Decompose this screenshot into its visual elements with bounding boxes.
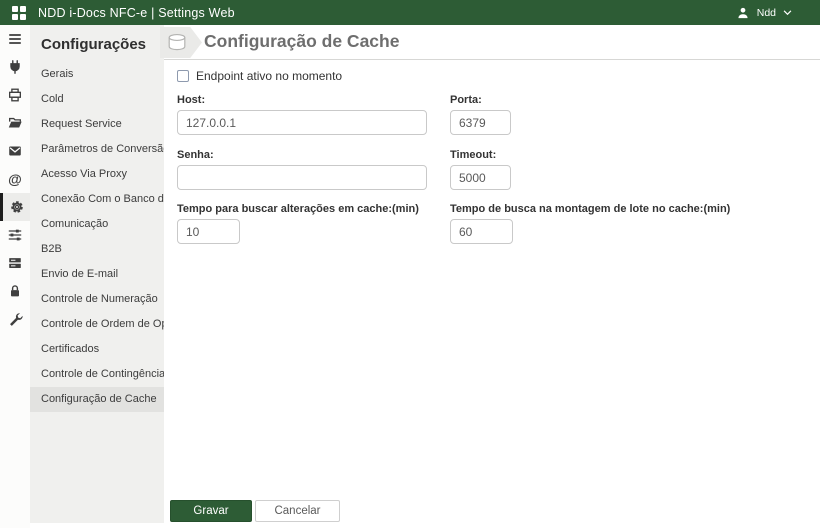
save-button[interactable]: Gravar (170, 500, 252, 522)
sidebar-item-controle-ordem-operacao[interactable]: Controle de Ordem de Operação (30, 312, 164, 337)
senha-input[interactable] (177, 165, 427, 190)
sidebar-item-configuracao-cache[interactable]: Configuração de Cache (30, 387, 164, 412)
rail-item-lock[interactable] (0, 277, 30, 305)
page-header: Configuração de Cache (160, 25, 820, 60)
topbar: NDD i-Docs NFC-e | Settings Web Ndd (0, 0, 820, 25)
host-input[interactable] (177, 110, 427, 135)
tempo-buscar-label: Tempo para buscar alterações em cache:(m… (177, 203, 419, 215)
rail-item-menu[interactable] (0, 25, 30, 53)
sidebar-item-gerais[interactable]: Gerais (30, 62, 164, 87)
mail-icon (9, 146, 21, 156)
host-label: Host: (177, 94, 206, 106)
sidebar-item-certificados[interactable]: Certificados (30, 337, 164, 362)
sidebar-item-request-service[interactable]: Request Service (30, 112, 164, 137)
tempo-buscar-input[interactable] (177, 219, 240, 244)
app-title: NDD i-Docs NFC-e | Settings Web (38, 5, 235, 20)
tempo-montagem-label: Tempo de busca na montagem de lote no ca… (450, 203, 731, 215)
rail-item-server[interactable] (0, 249, 30, 277)
senha-label: Senha: (177, 149, 214, 161)
icon-rail: @ (0, 25, 30, 528)
gear-icon (10, 201, 23, 213)
rail-item-folder[interactable] (0, 109, 30, 137)
rail-item-plug[interactable] (0, 53, 30, 81)
at-icon: @ (8, 171, 22, 187)
endpoint-active-row: Endpoint ativo no momento (177, 69, 820, 83)
wrench-icon (10, 313, 23, 326)
rail-item-settings[interactable] (0, 193, 30, 221)
rail-item-mail[interactable] (0, 137, 30, 165)
page-icon-banner (160, 27, 202, 58)
body: @ Configurações Gerais Cold Request Serv… (0, 25, 820, 528)
host-porta-row: Host: Porta: (177, 94, 820, 135)
sidebar-item-conexao-banco-dados[interactable]: Conexão Com o Banco de Dados (30, 187, 164, 212)
endpoint-active-checkbox[interactable] (177, 70, 189, 82)
form-actions: Gravar Cancelar (170, 500, 340, 522)
lock-icon (11, 285, 19, 297)
rail-item-printer[interactable] (0, 81, 30, 109)
timeout-input[interactable] (450, 165, 511, 190)
sidebar-item-cold[interactable]: Cold (30, 87, 164, 112)
server-icon (9, 258, 21, 268)
tempo-montagem-input[interactable] (450, 219, 513, 244)
user-name: Ndd (756, 6, 776, 19)
apps-grid-logo-icon[interactable] (12, 6, 26, 20)
sliders-icon (8, 229, 22, 241)
sidebar-item-controle-contingencia[interactable]: Controle de Contingência (30, 362, 164, 387)
sidebar-items: Gerais Cold Request Service Parâmetros d… (30, 62, 164, 412)
plug-icon (10, 60, 20, 74)
sidebar-item-comunicacao[interactable]: Comunicação (30, 212, 164, 237)
menu-icon (9, 34, 21, 44)
user-icon (736, 6, 750, 20)
page-title: Configuração de Cache (204, 31, 400, 51)
printer-icon (9, 88, 21, 102)
user-menu[interactable]: Ndd (736, 0, 792, 25)
sidebar-item-acesso-via-proxy[interactable]: Acesso Via Proxy (30, 162, 164, 187)
rail-item-tools[interactable] (0, 305, 30, 333)
endpoint-active-label: Endpoint ativo no momento (196, 69, 343, 83)
main-panel: Configuração de Cache Endpoint ativo no … (160, 25, 820, 528)
chevron-down-icon (783, 9, 792, 16)
cancel-button[interactable]: Cancelar (255, 500, 340, 522)
settings-sidebar: Configurações Gerais Cold Request Servic… (30, 25, 164, 523)
sidebar-item-parametros-de-conversao[interactable]: Parâmetros de Conversão (30, 137, 164, 162)
porta-input[interactable] (450, 110, 511, 135)
rail-item-sliders[interactable] (0, 221, 30, 249)
folder-open-icon (8, 117, 22, 128)
tempos-row: Tempo para buscar alterações em cache:(m… (177, 203, 820, 244)
sidebar-item-controle-numeracao[interactable]: Controle de Numeração (30, 287, 164, 312)
porta-label: Porta: (450, 94, 482, 106)
database-icon (168, 33, 186, 50)
sidebar-item-envio-email[interactable]: Envio de E-mail (30, 262, 164, 287)
senha-timeout-row: Senha: Timeout: (177, 149, 820, 190)
app-window: NDD i-Docs NFC-e | Settings Web Ndd @ Co… (0, 0, 820, 528)
sidebar-heading: Configurações (41, 36, 147, 53)
timeout-label: Timeout: (450, 149, 497, 161)
sidebar-item-b2b[interactable]: B2B (30, 237, 164, 262)
rail-item-at[interactable]: @ (0, 165, 30, 193)
cache-form: Endpoint ativo no momento Host: Porta: S… (164, 60, 820, 244)
